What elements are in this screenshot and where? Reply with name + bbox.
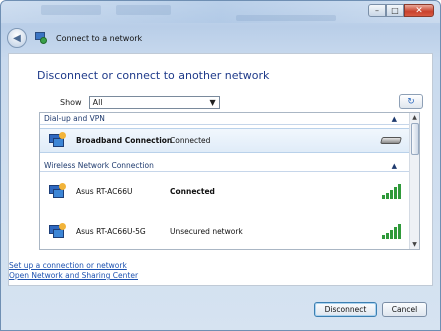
wireless-connection-icon bbox=[49, 182, 66, 200]
connect-dialog-window: – □ ✕ ◀ Connect to a network Disconnect … bbox=[0, 0, 441, 331]
refresh-button[interactable]: ↻ bbox=[399, 94, 423, 109]
list-item[interactable]: Broadband Connection Connected bbox=[40, 128, 411, 153]
wifi-signal-icon bbox=[382, 223, 402, 239]
connection-name: Asus RT-AC66U bbox=[76, 186, 133, 196]
back-arrow-icon: ◀ bbox=[13, 32, 21, 44]
connection-status: Connected bbox=[170, 136, 211, 145]
content-panel: Disconnect or connect to another network… bbox=[8, 53, 433, 286]
show-dropdown-value: All bbox=[92, 98, 103, 107]
group-header-dialup[interactable]: Dial-up and VPN ▲ bbox=[40, 113, 411, 125]
refresh-icon: ↻ bbox=[407, 96, 415, 107]
caption-buttons: – □ ✕ bbox=[368, 4, 434, 17]
group-label: Wireless Network Connection bbox=[44, 161, 154, 170]
group-label: Dial-up and VPN bbox=[44, 114, 105, 123]
background-blur bbox=[116, 5, 171, 15]
scroll-up-icon[interactable]: ▲ bbox=[410, 113, 419, 122]
list-scrollbar[interactable]: ▲ ▼ bbox=[409, 113, 419, 249]
network-icon bbox=[35, 32, 47, 44]
window-title: Connect to a network bbox=[56, 33, 143, 43]
collapse-icon[interactable]: ▲ bbox=[392, 115, 397, 123]
scroll-down-icon[interactable]: ▼ bbox=[410, 240, 419, 249]
background-blur bbox=[41, 5, 101, 15]
wifi-signal-icon bbox=[382, 183, 402, 199]
list-item[interactable]: Asus RT-AC66U Connected bbox=[40, 175, 411, 207]
scroll-thumb[interactable] bbox=[411, 123, 419, 155]
connection-status: Unsecured network bbox=[170, 226, 243, 236]
modem-icon bbox=[380, 137, 402, 144]
chevron-down-icon: ▼ bbox=[209, 98, 216, 107]
maximize-button[interactable]: □ bbox=[386, 4, 404, 17]
group-header-wireless[interactable]: Wireless Network Connection ▲ bbox=[40, 160, 411, 172]
connection-status: Connected bbox=[170, 186, 215, 196]
back-button[interactable]: ◀ bbox=[7, 28, 27, 48]
show-filter: Show All ▼ bbox=[60, 96, 220, 109]
broadband-icon bbox=[49, 132, 66, 149]
connection-name: Asus RT-AC66U-5G bbox=[76, 226, 146, 236]
cancel-button[interactable]: Cancel bbox=[382, 302, 427, 317]
show-label: Show bbox=[60, 98, 82, 107]
setup-connection-link[interactable]: Set up a connection or network bbox=[9, 261, 127, 270]
show-dropdown[interactable]: All ▼ bbox=[88, 96, 220, 109]
background-blur bbox=[236, 15, 336, 21]
disconnect-button[interactable]: Disconnect bbox=[314, 302, 377, 317]
list-item[interactable]: Asus RT-AC66U-5G Unsecured network bbox=[40, 215, 411, 247]
navigation-bar: ◀ Connect to a network bbox=[7, 27, 142, 49]
close-button[interactable]: ✕ bbox=[404, 4, 434, 17]
sharing-center-link[interactable]: Open Network and Sharing Center bbox=[9, 271, 138, 280]
minimize-button[interactable]: – bbox=[368, 4, 386, 17]
network-list[interactable]: Dial-up and VPN ▲ Broadband Connection C… bbox=[39, 112, 420, 250]
connection-name: Broadband Connection bbox=[76, 136, 173, 145]
wireless-connection-icon bbox=[49, 222, 66, 240]
collapse-icon[interactable]: ▲ bbox=[392, 162, 397, 170]
page-heading: Disconnect or connect to another network bbox=[37, 69, 270, 82]
